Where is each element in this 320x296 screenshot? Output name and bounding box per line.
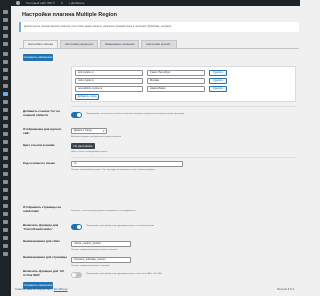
chevron-down-icon: ▾ bbox=[102, 129, 105, 133]
color-select-button[interactable]: По умолчанию bbox=[71, 143, 95, 149]
sitemap-setting-label: Отображать страницы на subdomain bbox=[23, 205, 61, 213]
menu-item-icon[interactable] bbox=[3, 116, 8, 120]
display-description: Выберите формат отображения списка регио… bbox=[71, 136, 121, 138]
menu-item-icon[interactable] bbox=[3, 244, 8, 248]
admin-footer: Спасибо вам за творчество с WordPress bbox=[15, 287, 68, 291]
add-city-button[interactable]: Добавить город bbox=[75, 94, 99, 100]
page-setting-label: Наименование для страницы bbox=[23, 255, 67, 259]
menu-item-icon[interactable] bbox=[3, 100, 8, 104]
city-setting-label: Код основного языка bbox=[23, 161, 55, 165]
section-divider bbox=[71, 106, 296, 107]
seo-toggle[interactable] bbox=[71, 272, 82, 278]
region-city-input[interactable]: Москва bbox=[147, 78, 205, 84]
page-description: Укажите наименование для страницы bbox=[71, 265, 110, 267]
home-icon[interactable] bbox=[16, 1, 20, 5]
robots-description: Укажите наименование для замены значения bbox=[71, 249, 118, 251]
tab-replace-values[interactable]: Заменяемые значения bbox=[99, 40, 140, 48]
menu-item-icon[interactable] bbox=[3, 220, 8, 224]
appearance-icon[interactable] bbox=[3, 52, 8, 56]
seo-description: Переключите для добавления функции регио… bbox=[86, 273, 163, 275]
display-select[interactable]: Домен и Город ▾ bbox=[71, 128, 107, 134]
region-delete-button[interactable]: Удалить bbox=[209, 86, 227, 92]
wordpress-link[interactable]: WordPress bbox=[54, 287, 68, 291]
menu-item-icon[interactable] bbox=[3, 180, 8, 184]
main-content: Настройки плагина Multiple Region Чтобы … bbox=[11, 6, 300, 296]
breadcrumbs-description: Переключите для добавления функции регио… bbox=[86, 225, 154, 227]
display-select-value: Домен и Город bbox=[74, 129, 92, 132]
color-description: Цвет ссылок в выпадающем списке bbox=[71, 151, 108, 153]
sitemap-description: Отметьте, если страница должна отображат… bbox=[71, 210, 136, 212]
users-icon[interactable] bbox=[3, 68, 8, 72]
collapse-menu-icon[interactable] bbox=[3, 252, 8, 256]
menu-item-icon[interactable] bbox=[3, 140, 8, 144]
admin-sidebar bbox=[0, 6, 11, 296]
color-setting-label: Цвет ссылок в шапке bbox=[23, 143, 55, 147]
pages-icon[interactable] bbox=[3, 34, 8, 38]
region-delete-button[interactable]: Удалить bbox=[209, 70, 227, 76]
save-changes-top-button[interactable]: Сохранить изменения bbox=[23, 54, 53, 61]
menu-item-icon[interactable] bbox=[3, 212, 8, 216]
tab-divider bbox=[19, 48, 299, 49]
dismiss-icon[interactable]: × bbox=[24, 24, 296, 29]
menu-item-icon[interactable] bbox=[3, 148, 8, 152]
page-title: Настройки плагина Multiple Region bbox=[22, 12, 117, 18]
menu-item-icon[interactable] bbox=[3, 236, 8, 240]
breadcrumbs-setting-label: Включить функции для 'Yoast Breadcrumbs' bbox=[23, 223, 59, 231]
footer-text: Спасибо вам за творчество с bbox=[15, 287, 54, 291]
city-code-input[interactable]: ru bbox=[71, 161, 183, 167]
menu-item-icon[interactable] bbox=[3, 188, 8, 192]
subdomain-setting-label: Добавить ссылки 'по' на главной области bbox=[23, 109, 60, 117]
region-domain-input[interactable]: novosibirsk.mysite.ru bbox=[75, 86, 143, 92]
region-domain-input[interactable]: msk.mysite.ru bbox=[75, 78, 143, 84]
seo-setting-label: Включить функции для 'All in One SEO' bbox=[23, 269, 64, 277]
posts-icon[interactable] bbox=[3, 18, 8, 22]
menu-item-icon[interactable] bbox=[3, 164, 8, 168]
menu-item-icon[interactable] bbox=[3, 156, 8, 160]
menu-item-icon[interactable] bbox=[3, 172, 8, 176]
menu-item-icon[interactable] bbox=[3, 228, 8, 232]
tab-redirect-settings[interactable]: Настройки редиректа bbox=[59, 40, 98, 48]
subdomain-toggle[interactable] bbox=[71, 112, 82, 118]
multiple-region-icon[interactable] bbox=[3, 92, 8, 96]
city-description: Укажите основной код языка. Этот код буд… bbox=[71, 169, 155, 171]
plugins-icon[interactable] bbox=[3, 60, 8, 64]
menu-item-icon[interactable] bbox=[3, 132, 8, 136]
dashboard-icon[interactable] bbox=[3, 10, 8, 14]
tab-manual-settings[interactable]: Настройки ручной... bbox=[141, 40, 178, 48]
info-notice: Чтобы купить полную версию плагина, или … bbox=[19, 22, 299, 32]
breadcrumbs-toggle[interactable] bbox=[71, 224, 82, 230]
section-divider bbox=[71, 157, 296, 158]
version-text: Версия 6.5.3 bbox=[277, 287, 294, 291]
tab-plugin-settings[interactable]: Настройки плагина bbox=[23, 40, 58, 48]
region-city-input[interactable]: Санкт-Петербург bbox=[147, 70, 205, 76]
region-delete-button[interactable]: Удалить bbox=[209, 78, 227, 84]
menu-item-icon[interactable] bbox=[3, 108, 8, 112]
menu-item-icon[interactable] bbox=[3, 124, 8, 128]
menu-item-icon[interactable] bbox=[3, 196, 8, 200]
page-name-input[interactable]: cityname_subpage_custom bbox=[71, 257, 131, 263]
menu-item-icon[interactable] bbox=[3, 204, 8, 208]
media-icon[interactable] bbox=[3, 26, 8, 30]
settings-tabs: Настройки плагина Настройки редиректа За… bbox=[23, 40, 178, 48]
robots-input[interactable]: robots_custom_symbol bbox=[71, 241, 131, 247]
tools-icon[interactable] bbox=[3, 76, 8, 80]
region-domain-input[interactable]: spb.mysite.ru bbox=[75, 70, 143, 76]
subdomain-description: Переключите, если хотите, чтобы на главн… bbox=[86, 113, 185, 115]
robots-setting-label: Наименование для cities bbox=[23, 239, 60, 243]
region-city-input[interactable]: Новосибирск bbox=[147, 86, 205, 92]
comments-icon[interactable] bbox=[3, 42, 8, 46]
settings-icon[interactable] bbox=[3, 84, 8, 88]
display-setting-label: Отображение для мульти-сайт bbox=[23, 127, 62, 135]
